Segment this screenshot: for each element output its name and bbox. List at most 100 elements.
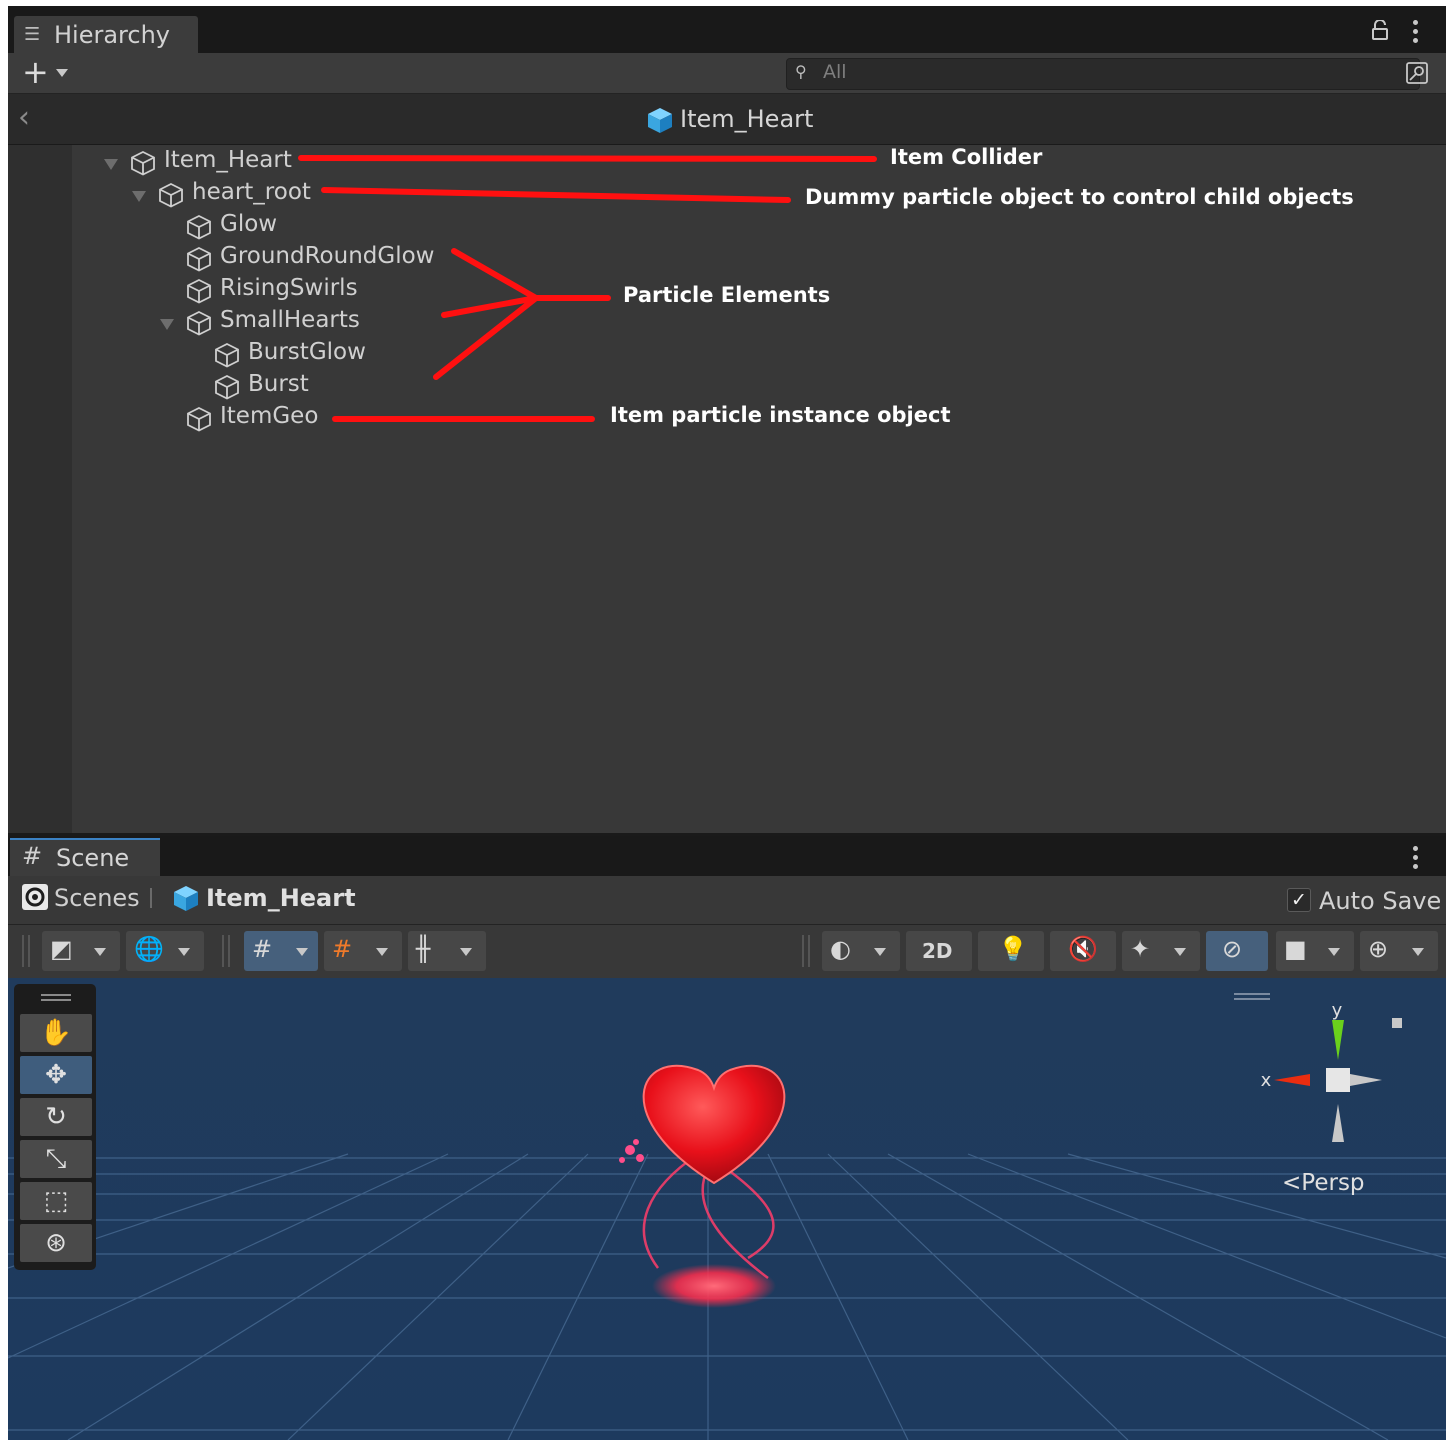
toolbar-separator [222,935,230,967]
palette-grip[interactable] [41,994,71,996]
hidden-eye-icon: ⊘ [1222,935,1243,963]
chevron-down-icon [376,948,388,956]
list-icon: ☰ [24,24,41,45]
rotate-icon: ↻ [45,1102,67,1132]
toolbar-separator [802,935,810,967]
increment-snap-button[interactable]: ╫ [408,931,486,971]
tab-scene[interactable]: # Scene [10,838,160,878]
chevron-down-icon [460,948,472,956]
scale-icon: ⤡ [45,1144,67,1174]
lightbulb-icon: 💡 [998,935,1028,963]
audio-mute-icon: 🔇 [1068,935,1098,963]
hierarchy-tabbar: ☰ Hierarchy [8,6,1446,53]
unity-logo-icon[interactable] [22,884,48,910]
chevron-down-icon [1328,948,1340,956]
breadcrumb-item-heart[interactable]: Item_Heart [206,884,356,912]
annotation-item-collider: Item Collider [890,145,1043,169]
prefab-cube-icon [648,108,672,133]
editor-frame: ☰ Hierarchy + ⚲ All ‹ Item_Heart Item_He… [8,6,1446,1440]
grid-visibility-button[interactable]: # [244,931,318,971]
chevron-down-icon [94,948,106,956]
hierarchy-menu-icon[interactable] [1413,20,1419,47]
back-arrow-icon[interactable]: ‹ [18,100,30,135]
auto-save-checkbox[interactable]: ✓ [1287,888,1311,912]
grid-icon: # [252,935,273,963]
toolbar-grip [22,935,30,967]
hand-tool-button[interactable]: ✋ [20,1014,92,1052]
effects-toggle-button[interactable]: ✦ [1122,931,1200,971]
chevron-down-icon [296,948,308,956]
globe-icon: 🌐 [134,935,164,963]
annotation-line-dummy [321,187,791,203]
annotation-lines [298,155,877,422]
gizmos-button[interactable]: ⊕ [1360,931,1438,971]
scene-toolbar: ◩ 🌐 # # ╫ ◐ 2D 💡 🔇 ✦ ⊘ ■ ⊕ [8,925,1446,978]
transform-tool-button[interactable]: ⊛ [20,1224,92,1262]
rect-icon: ⬚ [43,1186,69,1216]
hand-icon: ✋ [39,1018,73,1048]
draw-mode-button[interactable]: ◐ [822,931,900,971]
add-object-button[interactable]: + [22,53,49,91]
breadcrumb-separator [150,888,152,908]
grid-snap-button[interactable]: # [324,931,402,971]
breadcrumb-scenes[interactable]: Scenes [54,884,140,912]
gizmo-lock [1392,1018,1402,1028]
auto-save-label: Auto Save [1319,887,1442,915]
transform-icon: ⊛ [45,1228,67,1258]
annotation-line-particles [433,248,611,380]
tool-handle-position-button[interactable]: ◩ [42,931,120,971]
grid-hash-icon: # [22,842,43,870]
chevron-down-icon[interactable] [56,69,68,77]
scene-visibility-button[interactable]: ⊘ [1206,931,1268,971]
chevron-down-icon [1174,948,1186,956]
gizmo-globe-icon: ⊕ [1368,935,1389,963]
chevron-down-icon [178,948,190,956]
gizmo-y-label: y [1332,1000,1343,1021]
move-icon: ✥ [45,1060,67,1090]
move-tool-button[interactable]: ✥ [20,1056,92,1094]
gizmo-center [1326,1068,1350,1092]
scene-render: y x [8,978,1446,1440]
scene-menu-icon[interactable] [1413,846,1419,873]
tool-handle-rotation-button[interactable]: 🌐 [126,931,204,971]
rect-tool-button[interactable]: ⬚ [20,1182,92,1220]
gizmo-x-label: x [1261,1070,1272,1091]
lighting-toggle-button[interactable]: 💡 [978,931,1044,971]
pivot-icon: ◩ [50,935,73,963]
audio-toggle-button[interactable]: 🔇 [1050,931,1116,971]
scale-tool-button[interactable]: ⤡ [20,1140,92,1178]
annotation-dummy: Dummy particle object to control child o… [805,185,1354,209]
hierarchy-toolbar: + ⚲ All [8,53,1446,94]
prefab-cube-icon [174,886,198,911]
search-placeholder: All [823,61,847,83]
annotation-line-collider [298,155,877,162]
search-icon: ⚲ [795,62,807,81]
ruler-icon: ╫ [416,935,431,963]
tab-hierarchy[interactable]: ☰ Hierarchy [14,16,198,53]
shading-sphere-icon: ◐ [830,935,851,963]
effects-icon: ✦ [1130,935,1151,963]
annotation-particle-elements: Particle Elements [623,283,831,307]
scene-tabbar: # Scene [8,836,1446,878]
projection-toggle[interactable]: <Persp [1282,1170,1365,1196]
breadcrumb-title: Item_Heart [680,105,814,133]
snap-grid-icon: # [332,935,353,963]
rotate-tool-button[interactable]: ↻ [20,1098,92,1136]
toggle-2d-label: 2D [922,939,953,963]
search-input[interactable]: ⚲ All [786,58,1420,90]
projection-label: Persp [1301,1170,1365,1196]
hierarchy-tree: Item_Heart heart_root Glow GroundRoundGl… [8,145,1446,833]
lock-icon[interactable] [1372,20,1388,40]
tab-scene-label: Scene [56,844,130,872]
camera-icon: ■ [1284,935,1307,963]
camera-settings-button[interactable]: ■ [1276,931,1354,971]
scene-breadcrumb: Scenes Item_Heart ✓ Auto Save [8,876,1446,925]
search-scene-icon[interactable] [1406,62,1428,84]
chevron-down-icon [874,948,886,956]
tool-palette: ✋ ✥ ↻ ⤡ ⬚ ⊛ [14,984,96,1270]
toggle-2d-button[interactable]: 2D [906,931,972,971]
prefab-breadcrumb: ‹ Item_Heart [8,94,1446,145]
scene-viewport[interactable]: y x ✋ ✥ ↻ ⤡ ⬚ ⊛ <Persp [8,978,1446,1440]
annotation-instance: Item particle instance object [610,403,951,427]
tab-hierarchy-label: Hierarchy [54,21,171,49]
